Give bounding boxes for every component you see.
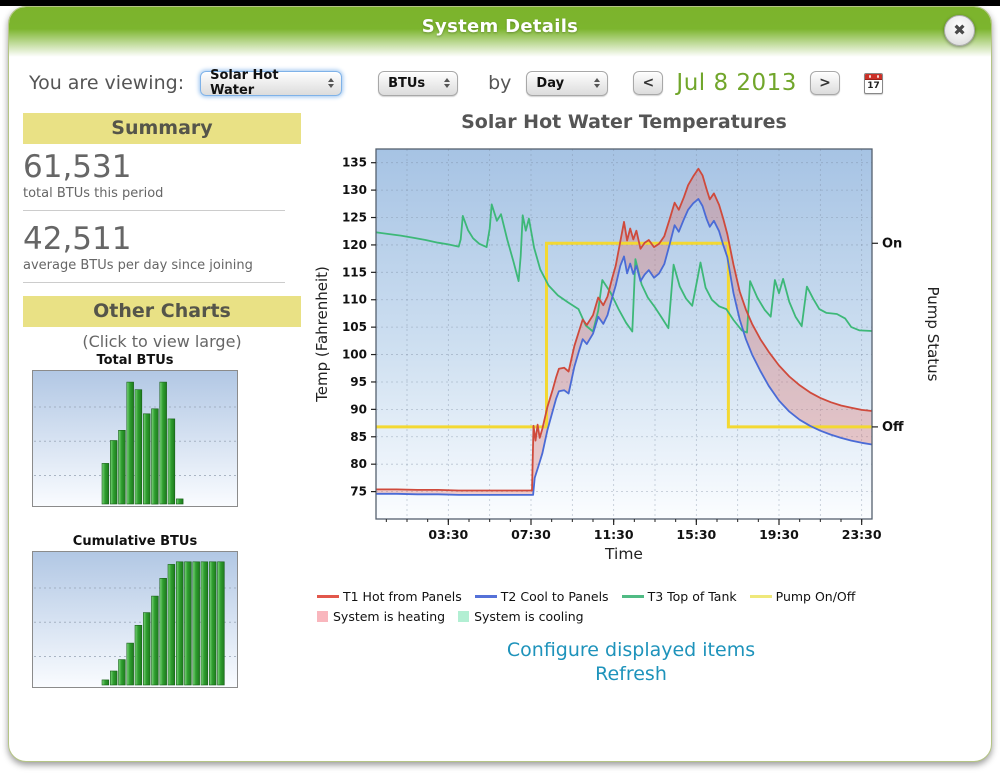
cumulative-btus-chart-title: Cumulative BTUs — [32, 534, 238, 549]
svg-text:On: On — [882, 236, 902, 251]
svg-text:110: 110 — [342, 293, 367, 307]
legend-row: System is heating System is cooling — [317, 609, 983, 624]
refresh-link[interactable]: Refresh — [351, 662, 911, 686]
metric-select[interactable]: BTUs — [378, 71, 458, 96]
system-details-dialog: System Details ✖ You are viewing: Solar … — [8, 6, 992, 762]
next-day-button[interactable]: > — [810, 71, 840, 95]
chart-legend: T1 Hot from Panels T2 Cool to Panels T3 To… — [317, 589, 983, 624]
legend-label: T3 Top of Tank — [648, 589, 737, 604]
select-arrows-icon — [328, 78, 334, 88]
total-btus-chart-title: Total BTUs — [32, 353, 238, 368]
total-btus-mini-chart[interactable] — [32, 370, 238, 507]
svg-text:80: 80 — [350, 457, 367, 471]
cumulative-btus-mini-chart[interactable] — [32, 551, 238, 688]
calendar-icon-day: 17 — [865, 80, 882, 93]
current-date: Jul 8 2013 — [676, 70, 797, 96]
legend-label: T2 Cool to Panels — [501, 589, 609, 604]
svg-text:75: 75 — [350, 485, 367, 499]
legend-item: T1 Hot from Panels — [317, 589, 462, 604]
next-day-label: > — [819, 75, 831, 91]
close-button[interactable]: ✖ — [944, 15, 975, 46]
legend-item: T2 Cool to Panels — [475, 589, 609, 604]
prev-day-button[interactable]: < — [633, 71, 663, 95]
select-arrows-icon — [594, 78, 600, 88]
svg-text:15:30: 15:30 — [676, 527, 716, 542]
svg-text:23:30: 23:30 — [842, 527, 882, 542]
metric-select-value: BTUs — [388, 76, 425, 91]
legend-swatch-icon — [622, 595, 644, 598]
viewing-label: You are viewing: — [29, 72, 184, 94]
svg-text:19:30: 19:30 — [759, 527, 799, 542]
legend-label: Pump On/Off — [776, 589, 856, 604]
other-charts-header: Other Charts — [23, 296, 301, 327]
svg-text:03:30: 03:30 — [428, 527, 468, 542]
svg-text:130: 130 — [342, 183, 367, 197]
system-select-value: Solar Hot Water — [210, 68, 322, 98]
legend-item: System is heating — [317, 609, 445, 624]
divider — [23, 282, 285, 283]
prev-day-label: < — [643, 75, 655, 91]
svg-text:11:30: 11:30 — [594, 527, 634, 542]
dialog-header: System Details — [9, 7, 991, 59]
click-to-view-hint: (Click to view large) — [23, 332, 301, 351]
total-btus-value: 61,531 — [23, 149, 301, 186]
calendar-icon[interactable]: 17 — [864, 73, 883, 94]
svg-text:115: 115 — [342, 265, 367, 279]
summary-header: Summary — [23, 113, 301, 144]
average-btus-label: average BTUs per day since joining — [23, 258, 301, 273]
svg-text:85: 85 — [350, 430, 367, 444]
legend-label: System is heating — [333, 609, 445, 624]
svg-text:07:30: 07:30 — [511, 527, 551, 542]
legend-label: T1 Hot from Panels — [343, 589, 462, 604]
system-select[interactable]: Solar Hot Water — [200, 71, 342, 96]
svg-text:95: 95 — [350, 375, 367, 389]
dialog-title: System Details — [9, 7, 991, 37]
svg-text:105: 105 — [342, 320, 367, 334]
legend-swatch-icon — [750, 595, 772, 598]
svg-text:125: 125 — [342, 211, 367, 225]
svg-text:90: 90 — [350, 402, 367, 416]
average-btus-value: 42,511 — [23, 221, 301, 258]
divider — [23, 210, 285, 211]
svg-text:Temp (Fahrenheit): Temp (Fahrenheit) — [313, 266, 331, 403]
svg-text:Pump Status: Pump Status — [924, 287, 942, 382]
svg-text:120: 120 — [342, 238, 367, 252]
period-select-value: Day — [536, 76, 564, 91]
configure-displayed-items-link[interactable]: Configure displayed items — [351, 638, 911, 662]
main-chart-area: Solar Hot Water Temperatures 75 80 85 90 95 1… — [311, 111, 983, 686]
controls-row: You are viewing: Solar Hot Water BTUs by… — [29, 65, 971, 101]
period-select[interactable]: Day — [526, 71, 608, 96]
legend-row: T1 Hot from Panels T2 Cool to Panels T3 To… — [317, 589, 983, 604]
legend-item: Pump On/Off — [750, 589, 856, 604]
main-chart-title: Solar Hot Water Temperatures — [376, 111, 872, 133]
legend-swatch-icon — [317, 595, 339, 598]
svg-text:100: 100 — [342, 348, 367, 362]
svg-text:Off: Off — [882, 420, 904, 435]
svg-text:135: 135 — [342, 156, 367, 170]
temperature-chart: 75 80 85 90 95 100 105 110 115 120 125 130 135 03:30 0… — [311, 133, 959, 579]
legend-swatch-icon — [458, 611, 469, 622]
total-btus-label: total BTUs this period — [23, 186, 301, 201]
svg-text:Time: Time — [604, 545, 643, 563]
legend-swatch-icon — [317, 611, 328, 622]
select-arrows-icon — [444, 78, 450, 88]
legend-label: System is cooling — [474, 609, 584, 624]
by-label: by — [488, 72, 511, 94]
legend-item: System is cooling — [458, 609, 584, 624]
summary-sidebar: Summary 61,531 total BTUs this period 42… — [23, 113, 301, 688]
close-icon: ✖ — [953, 23, 966, 38]
legend-swatch-icon — [475, 595, 497, 598]
legend-item: T3 Top of Tank — [622, 589, 737, 604]
